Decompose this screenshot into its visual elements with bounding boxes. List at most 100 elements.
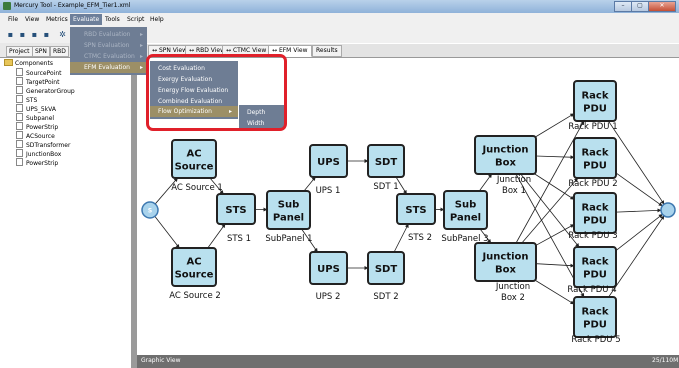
submenu-arrow-icon: ▸ [140,53,144,60]
menu-evaluate[interactable]: Evaluate [70,14,103,25]
tab-project[interactable]: Project [6,46,33,57]
node-jb1[interactable]: JunctionBoxJunctionBox 1 [474,135,537,196]
flow-arrow[interactable] [615,213,663,251]
node-label: Rack [581,148,608,159]
tree-root[interactable]: Components [4,59,53,67]
node-pdu1[interactable]: Rack PDU Rack PDU 1 [568,80,618,132]
save-as-icon[interactable]: ▪ [42,30,51,39]
node-ups2[interactable]: UPS UPS 2 [309,251,348,302]
tree-item[interactable]: ACSource [16,131,55,140]
node-label: STS [405,205,426,216]
node-label: Panel [273,213,304,224]
new-file-icon[interactable]: ▪ [6,30,15,39]
node-label: UPS [317,264,340,275]
tree-item[interactable]: SourcePoint [16,68,62,77]
document-icon [16,95,23,103]
menu-file[interactable]: File [8,16,18,23]
flow-arrow[interactable] [303,176,316,192]
node-label: Sub [278,200,299,211]
target-point-icon[interactable] [660,202,676,218]
menu-view[interactable]: View [25,16,39,23]
node-label: Rack [581,91,608,102]
node-target[interactable] [660,202,676,218]
flow-arrow[interactable] [535,263,575,268]
node-sdt1[interactable]: SDT SDT 1 [367,144,405,192]
save-icon[interactable]: ▪ [30,30,39,39]
node-caption: SubPanel 1 [265,234,312,244]
tree-item[interactable]: PowerStrip [16,122,58,131]
menu-tools[interactable]: Tools [105,16,120,23]
settings-icon[interactable]: ✲ [58,30,67,39]
title-bar: Mercury Tool - Example_EFM_Tier1.xml – ▢… [0,0,679,13]
flow-arrow[interactable] [535,155,575,160]
flow-arrow[interactable] [478,173,493,192]
document-icon [16,140,23,148]
tree-item[interactable]: SDTransformer [16,140,70,149]
menu-ctmc-evaluation[interactable]: CTMC Evaluation [84,53,135,60]
tab-spn[interactable]: SPN [32,46,50,57]
tree-item[interactable]: STS [16,95,37,104]
tree-item[interactable]: PowerStrip [16,158,58,167]
node-caption: Box 2 [501,293,525,303]
document-icon [16,113,23,121]
menu-spn-evaluation[interactable]: SPN Evaluation [84,42,129,49]
open-file-icon[interactable]: ▪ [18,30,27,39]
node-label: Rack [581,203,608,214]
node-sub1[interactable]: Sub Panel SubPanel 1 [265,190,313,244]
tab-rbd[interactable]: RBD [50,46,69,57]
node-caption: AC Source 2 [169,291,221,301]
node-ac2[interactable]: AC Source AC Source 2 [169,247,221,301]
node-label: PDU [583,270,607,281]
node-label: Source [175,162,214,173]
tree-item[interactable]: TargetPoint [16,77,59,86]
node-ups1[interactable]: UPS UPS 1 [309,144,348,196]
app-icon [3,2,11,10]
flow-arrow[interactable] [207,223,226,249]
menu-metrics[interactable]: Metrics [46,16,68,23]
node-sub3[interactable]: SubPanelSubPanel 3 [441,190,489,244]
node-label: UPS [317,157,340,168]
node-label: AC [186,257,201,268]
node-source[interactable]: S [141,201,159,219]
document-icon [16,104,23,112]
status-left: Graphic View [141,357,181,364]
menu-rbd-evaluation[interactable]: RBD Evaluation [84,31,130,38]
tree-item[interactable]: GeneratorGroup [16,86,75,95]
menu-bar: File View Metrics Evaluate Tools Script … [0,13,679,28]
node-caption: STS 2 [408,233,432,243]
flow-arrow[interactable] [393,223,409,253]
tree-item[interactable]: JunctionBox [16,149,61,158]
close-button[interactable]: ✕ [648,1,676,12]
node-pdu4[interactable]: Rack PDU Rack PDU 4 [567,246,617,295]
node-label: AC [186,149,201,160]
submenu-arrow-icon: ▸ [140,64,144,71]
menu-help[interactable]: Help [150,16,164,23]
node-jb2[interactable]: JunctionBoxJunctionBox 2 [474,242,537,303]
tree-item[interactable]: UPS_5kVA [16,104,56,113]
node-sdt2[interactable]: SDT SDT 2 [367,251,405,302]
node-pdu2[interactable]: Rack PDU Rack PDU 2 [568,137,618,189]
node-caption: UPS 1 [316,186,341,196]
tree-item[interactable]: Subpanel [16,113,54,122]
node-label: Panel [450,213,481,224]
node-label: Sub [455,200,476,211]
maximize-button[interactable]: ▢ [631,1,649,12]
document-icon [16,158,23,166]
node-caption: AC Source 1 [171,183,223,193]
node-ac1[interactable]: AC Source AC Source 1 [171,139,223,193]
status-bar: Graphic View 25/110M [137,355,679,368]
tab-results[interactable]: Results [312,45,342,57]
flow-arrow[interactable] [615,172,663,207]
flow-arrow[interactable] [154,216,180,249]
menu-efm-evaluation[interactable]: EFM Evaluation [84,64,130,71]
node-label: STS [225,205,246,216]
node-pdu3[interactable]: Rack PDU Rack PDU 3 [568,192,618,241]
submenu-arrow-icon: ▸ [140,31,144,38]
node-caption: Rack PDU 2 [568,179,617,189]
minimize-button[interactable]: – [614,1,632,12]
menu-script[interactable]: Script [127,16,144,23]
flow-arrow[interactable] [615,208,662,213]
node-sts1[interactable]: STS STS 1 [216,193,256,244]
node-pdu5[interactable]: Rack PDU Rack PDU 5 [571,296,621,345]
node-label: Source [175,270,214,281]
